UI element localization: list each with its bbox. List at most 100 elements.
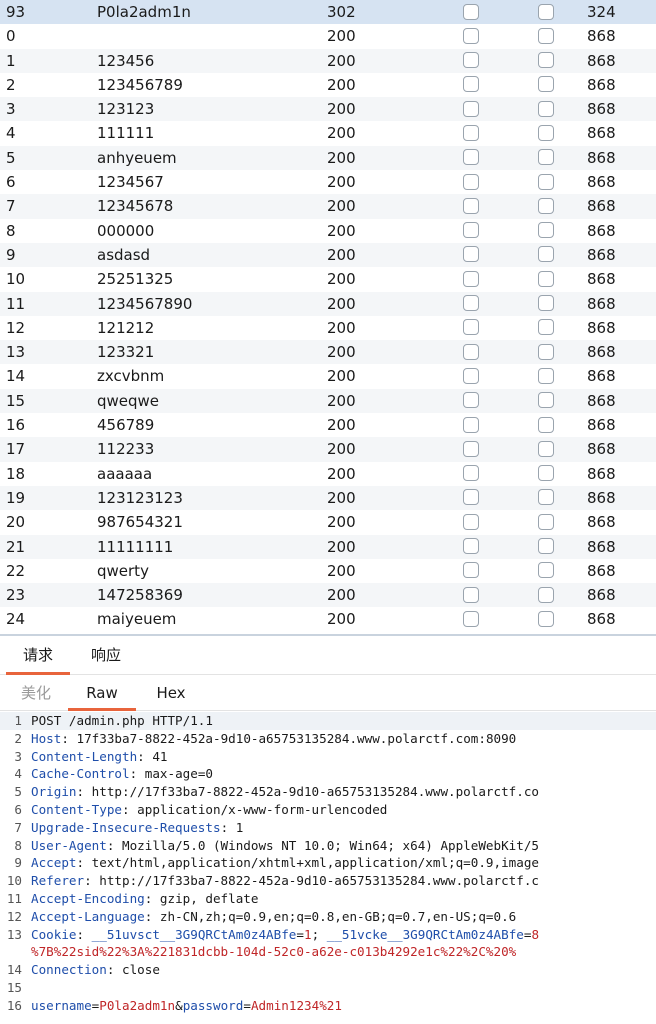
timeout-checkbox[interactable] bbox=[538, 270, 554, 287]
request-editor[interactable]: 1 POST /admin.php HTTP/1.1 2 Host: 17f33ba7… bbox=[0, 712, 656, 1024]
table-row[interactable]: 13 123321 200 868 bbox=[0, 340, 656, 365]
error-checkbox[interactable] bbox=[463, 76, 479, 93]
view-tabs: 美化 Raw Hex bbox=[0, 676, 656, 711]
error-checkbox[interactable] bbox=[463, 343, 479, 360]
timeout-checkbox[interactable] bbox=[538, 343, 554, 360]
payload-cell: 123123123 bbox=[97, 488, 183, 507]
error-checkbox[interactable] bbox=[463, 465, 479, 482]
timeout-checkbox[interactable] bbox=[538, 367, 554, 384]
error-checkbox[interactable] bbox=[463, 197, 479, 214]
table-row[interactable]: 16 456789 200 868 bbox=[0, 413, 656, 437]
error-checkbox[interactable] bbox=[463, 586, 479, 603]
error-checkbox[interactable] bbox=[463, 246, 479, 263]
timeout-checkbox[interactable] bbox=[538, 513, 554, 530]
timeout-checkbox[interactable] bbox=[538, 197, 554, 214]
request-number: 5 bbox=[6, 148, 16, 167]
table-row[interactable]: 15 qweqwe 200 868 bbox=[0, 388, 656, 414]
status-code-cell: 200 bbox=[327, 416, 356, 435]
timeout-checkbox[interactable] bbox=[538, 586, 554, 603]
table-row[interactable]: 12 121212 200 868 bbox=[0, 316, 656, 340]
table-row[interactable]: 5 anhyeuem 200 868 bbox=[0, 145, 656, 171]
table-row[interactable]: 4 111111 200 868 bbox=[0, 121, 656, 145]
error-checkbox[interactable] bbox=[463, 513, 479, 530]
table-row[interactable]: 18 aaaaaa 200 868 bbox=[0, 462, 656, 486]
tab-hex[interactable]: Hex bbox=[140, 676, 202, 708]
table-row[interactable]: 3 123123 200 868 bbox=[0, 97, 656, 122]
error-checkbox[interactable] bbox=[463, 562, 479, 579]
error-checkbox[interactable] bbox=[463, 270, 479, 287]
timeout-checkbox[interactable] bbox=[538, 52, 554, 69]
tab-pretty[interactable]: 美化 bbox=[6, 676, 66, 708]
table-row[interactable]: 9 asdasd 200 868 bbox=[0, 242, 656, 268]
pane-divider[interactable] bbox=[0, 634, 656, 636]
error-checkbox[interactable] bbox=[463, 392, 479, 409]
table-row[interactable]: 8 000000 200 868 bbox=[0, 219, 656, 243]
error-checkbox[interactable] bbox=[463, 27, 479, 44]
error-checkbox[interactable] bbox=[463, 295, 479, 312]
timeout-checkbox[interactable] bbox=[538, 392, 554, 409]
tab-response[interactable]: 响应 bbox=[78, 638, 134, 672]
status-code-cell: 200 bbox=[327, 51, 356, 70]
table-row[interactable]: 11 1234567890 200 868 bbox=[0, 291, 656, 316]
timeout-checkbox[interactable] bbox=[538, 538, 554, 555]
timeout-checkbox[interactable] bbox=[538, 440, 554, 457]
table-row[interactable]: 21 11111111 200 868 bbox=[0, 534, 656, 559]
error-checkbox[interactable] bbox=[463, 367, 479, 384]
table-row[interactable]: 24 maiyeuem 200 868 bbox=[0, 607, 656, 631]
table-row[interactable]: 19 123123123 200 868 bbox=[0, 485, 656, 511]
table-row[interactable]: 6 1234567 200 868 bbox=[0, 170, 656, 194]
timeout-checkbox[interactable] bbox=[538, 246, 554, 263]
table-row[interactable]: 23 147258369 200 868 bbox=[0, 583, 656, 608]
timeout-checkbox[interactable] bbox=[538, 610, 554, 627]
table-row[interactable]: 93 P0la2adm1n 302 324 bbox=[0, 0, 656, 25]
timeout-checkbox[interactable] bbox=[538, 3, 554, 20]
error-checkbox[interactable] bbox=[463, 489, 479, 506]
error-checkbox[interactable] bbox=[463, 3, 479, 20]
line-number: 8 bbox=[14, 837, 22, 853]
timeout-checkbox[interactable] bbox=[538, 76, 554, 93]
table-row[interactable]: 14 zxcvbnm 200 868 bbox=[0, 364, 656, 388]
timeout-checkbox[interactable] bbox=[538, 27, 554, 44]
error-checkbox[interactable] bbox=[463, 440, 479, 457]
table-row[interactable]: 22 qwerty 200 868 bbox=[0, 559, 656, 583]
error-checkbox[interactable] bbox=[463, 538, 479, 555]
status-code-cell: 200 bbox=[327, 100, 356, 119]
error-checkbox[interactable] bbox=[463, 416, 479, 433]
code-line: 15 bbox=[0, 979, 656, 997]
header-value: = bbox=[243, 997, 251, 1013]
header-name: Host bbox=[31, 730, 62, 746]
line-number: 11 bbox=[6, 890, 22, 906]
tab-request[interactable]: 请求 bbox=[6, 638, 70, 675]
error-checkbox[interactable] bbox=[463, 173, 479, 190]
error-checkbox[interactable] bbox=[463, 610, 479, 627]
table-row[interactable]: 1 123456 200 868 bbox=[0, 48, 656, 73]
timeout-checkbox[interactable] bbox=[538, 319, 554, 336]
timeout-checkbox[interactable] bbox=[538, 124, 554, 141]
table-row[interactable]: 7 12345678 200 868 bbox=[0, 194, 656, 219]
timeout-checkbox[interactable] bbox=[538, 222, 554, 239]
table-row[interactable]: 10 25251325 200 868 bbox=[0, 267, 656, 291]
timeout-checkbox[interactable] bbox=[538, 295, 554, 312]
header-value: : http://17f33ba7-8822-452a-9d10-a657531… bbox=[76, 784, 540, 800]
payload-cell: 987654321 bbox=[97, 513, 183, 532]
timeout-checkbox[interactable] bbox=[538, 465, 554, 482]
timeout-checkbox[interactable] bbox=[538, 149, 554, 166]
table-row[interactable]: 0 200 868 bbox=[0, 24, 656, 48]
timeout-checkbox[interactable] bbox=[538, 100, 554, 117]
payload-cell: maiyeuem bbox=[97, 610, 177, 629]
error-checkbox[interactable] bbox=[463, 52, 479, 69]
error-checkbox[interactable] bbox=[463, 149, 479, 166]
error-checkbox[interactable] bbox=[463, 319, 479, 336]
timeout-checkbox[interactable] bbox=[538, 562, 554, 579]
error-checkbox[interactable] bbox=[463, 100, 479, 117]
timeout-checkbox[interactable] bbox=[538, 173, 554, 190]
tab-raw[interactable]: Raw bbox=[68, 676, 136, 711]
timeout-checkbox[interactable] bbox=[538, 416, 554, 433]
error-checkbox[interactable] bbox=[463, 222, 479, 239]
table-row[interactable]: 17 112233 200 868 bbox=[0, 437, 656, 462]
table-row[interactable]: 2 123456789 200 868 bbox=[0, 73, 656, 97]
table-row[interactable]: 20 987654321 200 868 bbox=[0, 510, 656, 534]
timeout-checkbox[interactable] bbox=[538, 489, 554, 506]
status-code-cell: 200 bbox=[327, 221, 356, 240]
error-checkbox[interactable] bbox=[463, 124, 479, 141]
